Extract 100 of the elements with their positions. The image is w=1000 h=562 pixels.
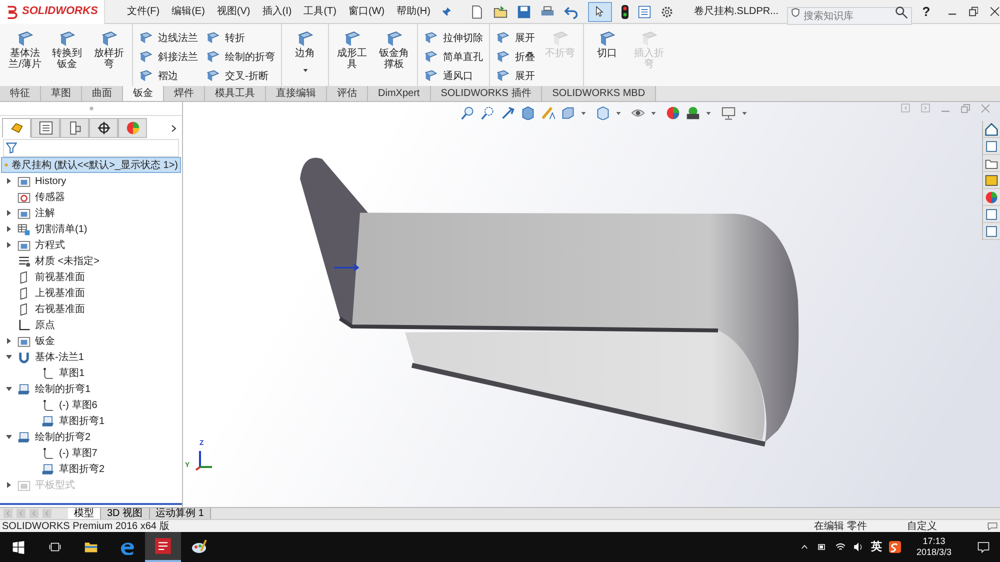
undo-icon[interactable] — [564, 4, 580, 18]
ribbon-small-button[interactable]: 交叉-折断 — [206, 68, 275, 84]
battery-icon[interactable] — [816, 543, 828, 551]
settings-icon[interactable] — [660, 4, 674, 18]
scene-icon[interactable] — [686, 106, 700, 120]
collapsed-caret-icon[interactable] — [6, 242, 12, 248]
menu-item[interactable]: 插入(I) — [262, 4, 292, 19]
menu-item[interactable]: 窗口(W) — [348, 4, 385, 19]
ribbon-button[interactable]: 钣金角撑板 — [376, 30, 412, 70]
ribbon-small-button[interactable]: 展开 — [496, 30, 535, 46]
model-view-tab[interactable]: 3D 视图 — [101, 508, 150, 520]
zoom-to-fit-icon[interactable] — [461, 106, 475, 120]
tree-item-label[interactable]: 草图折弯2 — [59, 462, 105, 476]
search-field[interactable]: 搜索知识库 — [786, 7, 912, 25]
tree-item-label[interactable]: 钣金 — [35, 334, 55, 348]
select-tool-button[interactable] — [588, 2, 612, 22]
dropdown-caret-icon[interactable] — [302, 69, 308, 72]
tree-item-label[interactable]: (-) 草图7 — [59, 446, 98, 460]
task-view-icon[interactable] — [48, 541, 62, 553]
zoom-area-icon[interactable] — [481, 106, 495, 120]
tile-right-icon[interactable] — [921, 103, 930, 113]
filter-icon[interactable] — [6, 142, 17, 154]
notification-icon[interactable] — [977, 541, 990, 553]
splitter-grip-icon[interactable] — [88, 106, 94, 111]
command-tab[interactable]: DimXpert — [368, 86, 431, 101]
menu-item[interactable]: 工具(T) — [304, 4, 336, 19]
tree-item-label[interactable]: 前视基准面 — [35, 270, 85, 284]
monitor-icon[interactable] — [721, 106, 736, 120]
command-tab[interactable]: 特征 — [0, 86, 41, 101]
tree-item-label[interactable]: 材质 <未指定> — [35, 254, 100, 268]
volume-icon[interactable] — [853, 542, 864, 552]
ribbon-button[interactable]: 成形工具 — [334, 30, 370, 70]
dropdown-caret-icon[interactable] — [581, 112, 586, 114]
bent-sheet-metal-part-drawing[interactable] — [300, 158, 799, 447]
command-tab[interactable]: 曲面 — [82, 86, 123, 101]
tree-item-label[interactable]: 原点 — [35, 318, 55, 332]
command-tab[interactable]: 模具工具 — [205, 86, 266, 101]
ribbon-small-button[interactable]: 简单直孔 — [424, 49, 483, 65]
collapsed-caret-icon[interactable] — [6, 210, 12, 216]
section-view-icon[interactable] — [521, 106, 535, 120]
tree-item-label[interactable]: 注解 — [35, 206, 55, 220]
model-view-tab[interactable]: 运动算例 1 — [150, 508, 211, 520]
ribbon-small-button[interactable]: 绘制的折弯 — [206, 49, 275, 65]
ribbon-small-button[interactable]: 展开 — [496, 68, 535, 84]
close-icon[interactable] — [990, 6, 1000, 17]
collapsed-caret-icon[interactable] — [6, 338, 12, 344]
tile-left-icon[interactable] — [901, 103, 910, 113]
command-tab[interactable]: 焊件 — [164, 86, 205, 101]
ribbon-small-button[interactable]: 褶边 — [139, 68, 198, 84]
tree-item-label[interactable]: 方程式 — [35, 238, 65, 252]
app-icon[interactable] — [154, 537, 172, 555]
command-tab[interactable]: 直接编辑 — [266, 86, 327, 101]
panel-tab[interactable] — [89, 118, 118, 138]
collapsed-caret-icon[interactable] — [6, 178, 12, 184]
save-icon[interactable] — [517, 4, 532, 18]
ribbon-small-button[interactable]: 转折 — [206, 30, 275, 46]
wifi-icon[interactable] — [835, 542, 846, 552]
expanded-caret-icon[interactable] — [6, 386, 12, 392]
ribbon-button[interactable]: 转换到钣金 — [49, 30, 85, 70]
menu-item[interactable]: 视图(V) — [216, 4, 250, 19]
tree-item-label[interactable]: 草图1 — [59, 366, 85, 380]
tree-item-label[interactable]: History — [35, 174, 66, 188]
tree-item-label[interactable]: 上视基准面 — [35, 286, 85, 300]
list-icon[interactable] — [638, 4, 652, 18]
menu-item[interactable]: 编辑(E) — [172, 4, 205, 19]
previous-view-icon[interactable] — [501, 106, 515, 120]
menu-item[interactable]: 帮助(H) — [396, 4, 430, 19]
expanded-caret-icon[interactable] — [6, 434, 12, 440]
search-icon[interactable] — [895, 6, 908, 18]
dropdown-caret-icon[interactable] — [651, 112, 656, 114]
print-icon[interactable] — [540, 4, 556, 18]
tree-item-label[interactable]: 草图折弯1 — [59, 414, 105, 428]
clock-time[interactable]: 17:13 — [922, 536, 946, 547]
tree-item-label[interactable]: 绘制的折弯2 — [35, 430, 91, 444]
palette-icon[interactable] — [985, 174, 998, 186]
edit-appearance-icon[interactable] — [666, 106, 680, 120]
display-style-icon[interactable] — [596, 106, 610, 120]
ribbon-button[interactable]: 边角 — [287, 30, 323, 59]
tree-item-label[interactable]: 基体-法兰1 — [35, 350, 84, 364]
panel-tab[interactable] — [31, 118, 60, 138]
ribbon-small-button[interactable]: 拉伸切除 — [424, 30, 483, 46]
open-folder-icon[interactable] — [493, 4, 508, 18]
chevron-right-icon[interactable] — [170, 124, 178, 133]
ribbon-small-button[interactable]: 边线法兰 — [139, 30, 198, 46]
status-units[interactable]: 自定义 — [907, 518, 937, 534]
tree-item-label[interactable]: 传感器 — [35, 190, 65, 204]
tree-root-item[interactable]: 卷尺挂构 (默认<<默认>_显示状态 1>) — [1, 157, 181, 173]
command-tab[interactable]: 草图 — [41, 86, 82, 101]
tree-item-label[interactable]: 绘制的折弯1 — [35, 382, 91, 396]
chat-icon[interactable] — [987, 521, 998, 531]
home-icon[interactable] — [985, 122, 998, 136]
command-tab[interactable]: SOLIDWORKS 插件 — [430, 86, 542, 101]
new-document-icon[interactable] — [470, 4, 484, 18]
ribbon-button[interactable]: 放样折弯 — [91, 30, 127, 70]
help-button[interactable]: ? — [922, 2, 930, 22]
model-view-tab[interactable]: 模型 — [68, 508, 101, 520]
pin-icon[interactable] — [442, 6, 452, 17]
ribbon-small-button[interactable]: 通风口 — [424, 68, 483, 84]
paint-palette-icon[interactable] — [191, 539, 207, 555]
ribbon-button[interactable]: 切口 — [589, 30, 625, 59]
